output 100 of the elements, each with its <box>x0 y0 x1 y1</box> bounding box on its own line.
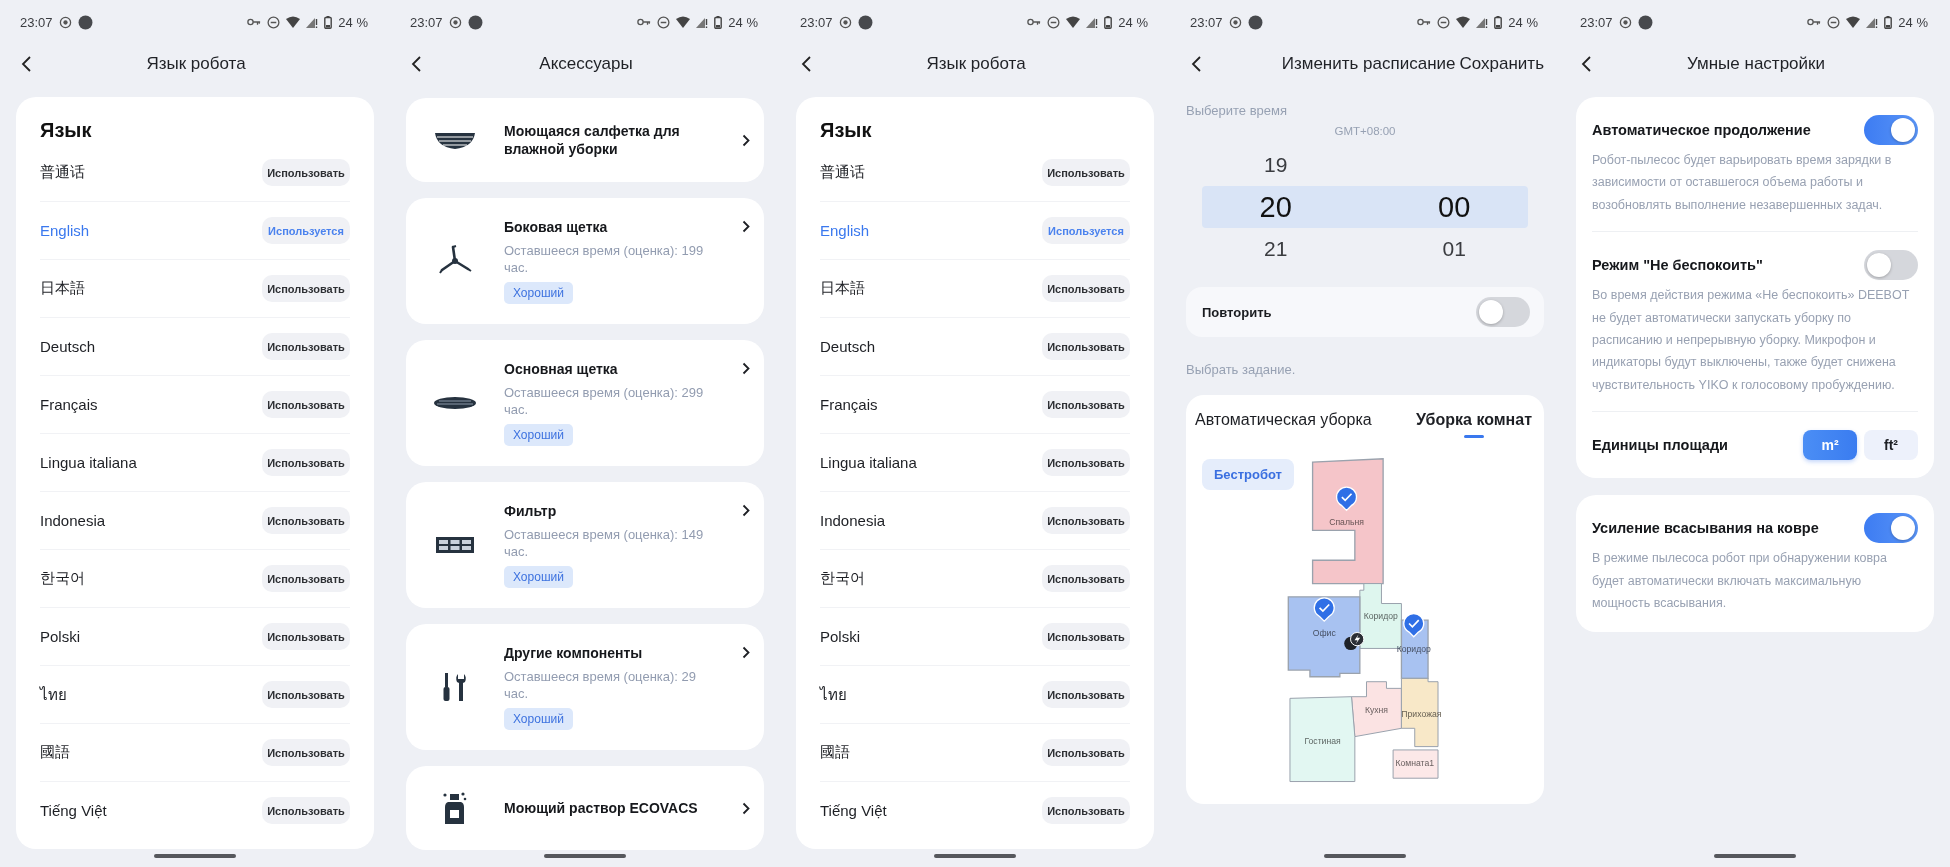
do-not-disturb-icon <box>1437 15 1451 29</box>
notification-dot-icon <box>857 14 873 30</box>
do-not-disturb-icon <box>267 15 281 29</box>
unit-option[interactable]: ft² <box>1864 430 1918 461</box>
check-pin-icon[interactable] <box>1335 486 1358 512</box>
chevron-right-icon <box>742 504 750 517</box>
wifi-icon <box>1066 16 1081 28</box>
room-label: Прихожая <box>1401 708 1442 719</box>
repeat-label: Повторить <box>1202 304 1272 320</box>
back-icon[interactable] <box>800 55 812 73</box>
key-icon <box>637 17 652 27</box>
use-button[interactable]: Использовать <box>1042 565 1130 592</box>
record-icon <box>1618 15 1632 29</box>
toggle-switch[interactable] <box>1476 297 1530 327</box>
use-button[interactable]: Использовать <box>1042 797 1130 824</box>
save-button[interactable]: Сохранить <box>1459 54 1544 74</box>
use-button[interactable]: Использовать <box>262 623 350 650</box>
accessory-card[interactable]: Боковая щетка Оставшееся время (оценка): 199 час. Хороший <box>406 198 764 324</box>
condition-badge: Хороший <box>504 424 573 446</box>
language-name: Français <box>40 396 98 413</box>
section-title: Язык <box>820 118 873 143</box>
setting-description: Во время действия режима «Не беспокоить» DEEBOT не будет автоматически запускать уборку по расписанию и непрерывную уборку. Микрофон и индикаторы будут выключены, также будет снижена чувствительность YIKO к голосовому пробуждению. <box>1592 287 1911 394</box>
use-button[interactable]: Использовать <box>1042 275 1130 302</box>
language-name: 日本語 <box>40 279 85 298</box>
toggle-switch[interactable] <box>1864 513 1918 544</box>
use-button[interactable]: Использовать <box>262 507 350 534</box>
status-time: 23:07 <box>1580 14 1613 30</box>
use-button[interactable]: Использовать <box>1042 507 1130 534</box>
back-icon[interactable] <box>20 55 32 73</box>
roller-brush-icon <box>433 396 477 410</box>
use-button[interactable]: Использовать <box>262 739 350 766</box>
hour-option: 19 <box>1202 153 1350 177</box>
signal-icon <box>696 16 709 28</box>
minute-option: 01 <box>1380 237 1528 261</box>
use-button[interactable]: Использовать <box>262 159 350 186</box>
status-time: 23:07 <box>1190 14 1223 30</box>
do-not-disturb-icon <box>1047 15 1061 29</box>
accessory-card[interactable]: Моющий раствор ECOVACS <box>406 766 764 850</box>
condition-badge: Хороший <box>504 282 573 304</box>
language-name: ไทย <box>820 684 847 705</box>
use-button[interactable]: Использовать <box>262 681 350 708</box>
accessory-name: Боковая щетка <box>504 218 608 236</box>
signal-icon <box>306 16 319 28</box>
notification-dot-icon <box>1637 14 1653 30</box>
use-button[interactable]: Использовать <box>262 275 350 302</box>
key-icon <box>247 17 262 27</box>
room-area[interactable] <box>1287 596 1361 678</box>
hour-option: 21 <box>1202 237 1350 261</box>
accessory-name: Фильтр <box>504 502 557 520</box>
unit-option[interactable]: m² <box>1803 430 1857 461</box>
use-button[interactable]: Использовать <box>1042 739 1130 766</box>
screen-title: Язык робота <box>145 54 247 74</box>
back-icon[interactable] <box>1190 55 1202 73</box>
use-button[interactable]: Использовать <box>1042 391 1130 418</box>
use-button[interactable]: Использовать <box>1042 449 1130 476</box>
check-pin-icon[interactable] <box>1403 612 1425 638</box>
mode-tab[interactable]: Уборка комнат <box>1416 409 1532 438</box>
filter-icon <box>435 536 475 554</box>
accessory-name: Моющий раствор ECOVACS <box>504 799 698 817</box>
language-name: Tiếng Việt <box>820 802 887 819</box>
back-icon[interactable] <box>410 55 422 73</box>
back-icon[interactable] <box>1580 55 1592 73</box>
battery-icon <box>1104 15 1113 29</box>
use-button[interactable]: Использовать <box>1042 333 1130 360</box>
language-name: 普通话 <box>820 163 865 182</box>
accessory-card[interactable]: Моющаяся салфетка для влажной уборки <box>406 98 764 182</box>
do-not-disturb-icon <box>1827 15 1841 29</box>
key-icon <box>1027 17 1042 27</box>
language-name: Polski <box>40 628 80 645</box>
selected-minute: 00 <box>1437 190 1472 224</box>
wifi-icon <box>1456 16 1471 28</box>
toggle-switch[interactable] <box>1864 250 1918 281</box>
use-button[interactable]: Использовать <box>262 391 350 418</box>
room-label: Кухня <box>1364 704 1389 715</box>
use-button[interactable]: Использовать <box>262 333 350 360</box>
accessory-card[interactable]: Другие компоненты Оставшееся время (оценка): 29 час. Хороший <box>406 624 764 750</box>
notification-dot-icon <box>1247 14 1263 30</box>
remaining-time: Оставшееся время (оценка): 29 час. <box>504 668 698 702</box>
use-button[interactable]: Использовать <box>1042 159 1130 186</box>
check-pin-icon[interactable] <box>1313 597 1335 622</box>
room-label: Офис <box>1312 628 1336 639</box>
accessory-card[interactable]: Основная щетка Оставшееся время (оценка): 299 час. Хороший <box>406 340 764 466</box>
language-name: Indonesia <box>820 512 886 529</box>
record-icon <box>448 15 462 29</box>
use-button[interactable]: Использовать <box>262 565 350 592</box>
mode-tab[interactable]: Автоматическая уборка <box>1195 409 1372 438</box>
setting-title: Единицы площади <box>1592 437 1728 454</box>
wifi-icon <box>286 16 301 28</box>
language-name: Deutsch <box>820 338 876 355</box>
use-button[interactable]: Использовать <box>1042 681 1130 708</box>
screwdriver-wrench-icon <box>441 672 469 702</box>
use-button[interactable]: Использовать <box>262 797 350 824</box>
wifi-icon <box>676 16 691 28</box>
use-button[interactable]: Использовать <box>262 449 350 476</box>
accessory-card[interactable]: Фильтр Оставшееся время (оценка): 149 час. Хороший <box>406 482 764 608</box>
toggle-switch[interactable] <box>1864 115 1918 145</box>
map-chip[interactable]: Бестробот <box>1202 459 1294 490</box>
signal-icon <box>1476 16 1489 28</box>
language-name: English <box>40 222 90 239</box>
use-button[interactable]: Использовать <box>1042 623 1130 650</box>
